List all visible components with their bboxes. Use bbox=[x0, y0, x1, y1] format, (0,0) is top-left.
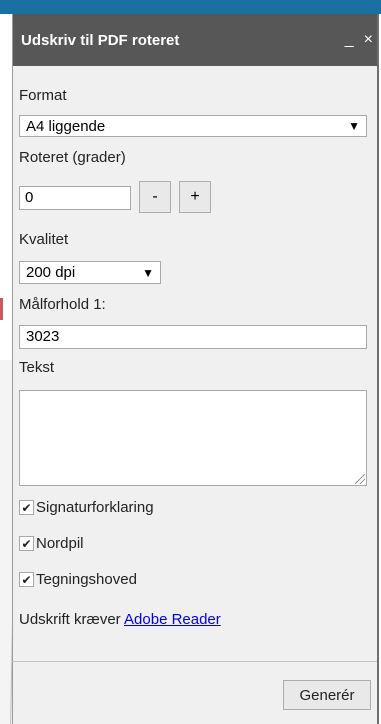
rotation-increase-button[interactable]: + bbox=[179, 181, 211, 213]
close-icon[interactable]: × bbox=[364, 31, 373, 49]
format-selected-value: A4 liggende bbox=[26, 117, 106, 135]
north-arrow-checkbox[interactable]: ✔ bbox=[19, 536, 34, 551]
footer-divider bbox=[12, 661, 377, 662]
quality-select[interactable]: 200 dpi ▼ bbox=[19, 261, 161, 284]
rotation-label: Roteret (grader) bbox=[19, 149, 126, 166]
format-label: Format bbox=[19, 87, 67, 104]
text-label: Tekst bbox=[19, 359, 55, 376]
requirement-text: Udskrift kræver bbox=[19, 611, 121, 628]
dropdown-arrow-icon: ▼ bbox=[348, 119, 360, 133]
title-block-checkbox-label: Tegningshoved bbox=[36, 571, 137, 588]
window-controls: _ × bbox=[335, 31, 377, 49]
adobe-reader-link[interactable]: Adobe Reader bbox=[124, 611, 221, 628]
north-arrow-checkbox-label: Nordpil bbox=[36, 535, 84, 552]
format-select[interactable]: A4 liggende ▼ bbox=[19, 115, 367, 137]
generate-button[interactable]: Generér bbox=[283, 680, 371, 710]
legend-checkbox[interactable]: ✔ bbox=[19, 500, 34, 515]
title-block-checkbox-row[interactable]: ✔ Tegningshoved bbox=[19, 571, 137, 588]
north-arrow-checkbox-row[interactable]: ✔ Nordpil bbox=[19, 535, 84, 552]
legend-checkbox-label: Signaturforklaring bbox=[36, 499, 154, 516]
title-block-checkbox[interactable]: ✔ bbox=[19, 572, 34, 587]
rotation-decrease-button[interactable]: - bbox=[139, 181, 171, 213]
map-feature bbox=[0, 298, 3, 320]
resize-grip-icon[interactable] bbox=[355, 474, 365, 484]
requirement-note: Udskrift kræver Adobe Reader bbox=[19, 611, 221, 628]
dialog-title: Udskriv til PDF roteret bbox=[21, 31, 180, 49]
minimize-icon[interactable]: _ bbox=[345, 31, 354, 49]
dropdown-arrow-icon: ▼ bbox=[142, 265, 154, 280]
map-background-strip bbox=[0, 0, 381, 14]
quality-label: Kvalitet bbox=[19, 231, 69, 248]
quality-selected-value: 200 dpi bbox=[26, 264, 76, 281]
scale-label: Målforhold 1: bbox=[19, 296, 106, 313]
text-area[interactable] bbox=[19, 390, 367, 486]
dialog-titlebar[interactable]: Udskriv til PDF roteret _ × bbox=[13, 14, 377, 66]
rotation-input[interactable]: 0 bbox=[19, 186, 131, 210]
legend-checkbox-row[interactable]: ✔ Signaturforklaring bbox=[19, 499, 154, 516]
scale-input[interactable]: 3023 bbox=[19, 325, 367, 349]
